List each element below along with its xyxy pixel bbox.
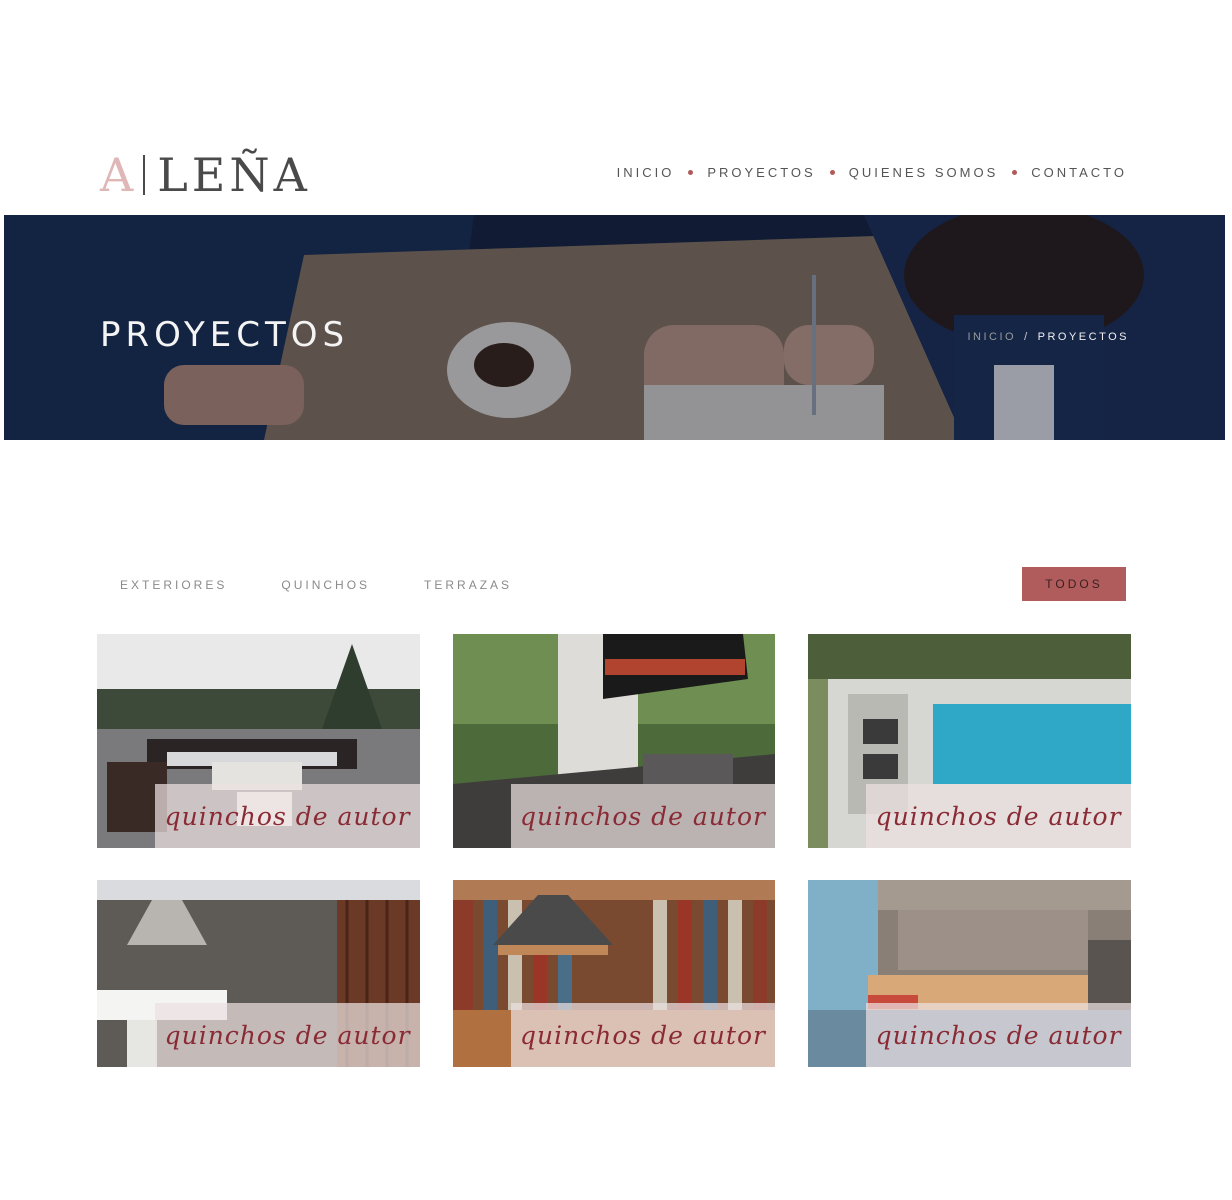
breadcrumb: INICIO / PROYECTOS <box>967 331 1129 343</box>
project-label: quinchos de autor <box>866 784 1131 848</box>
hero-banner: PROYECTOS INICIO / PROYECTOS <box>4 215 1225 440</box>
project-card[interactable]: quinchos de autor <box>97 880 420 1067</box>
breadcrumb-home[interactable]: INICIO <box>967 331 1016 343</box>
page-title: PROYECTOS <box>100 315 350 355</box>
nav-separator-dot <box>688 170 694 175</box>
breadcrumb-separator: / <box>1024 331 1030 343</box>
project-card[interactable]: quinchos de autor <box>453 634 775 848</box>
nav-item-quienes-somos[interactable]: QUIENES SOMOS <box>849 165 999 180</box>
project-card[interactable]: quinchos de autor <box>808 634 1131 848</box>
main-nav: INICIO PROYECTOS QUIENES SOMOS CONTACTO <box>617 165 1127 180</box>
project-card[interactable]: quinchos de autor <box>97 634 420 848</box>
filter-terrazas[interactable]: TERRAZAS <box>424 578 512 592</box>
filter-todos-button[interactable]: TODOS <box>1022 567 1126 601</box>
logo-divider <box>143 155 146 195</box>
logo-word: LEÑA <box>157 148 311 202</box>
project-filters: EXTERIORES QUINCHOS TERRAZAS <box>120 578 512 592</box>
brand-logo[interactable]: A LEÑA <box>100 148 311 202</box>
nav-separator-dot <box>1012 170 1018 175</box>
logo-letter-a: A <box>100 148 138 202</box>
project-card[interactable]: quinchos de autor <box>808 880 1131 1067</box>
project-label: quinchos de autor <box>155 1003 420 1067</box>
project-label: quinchos de autor <box>155 784 420 848</box>
project-label: quinchos de autor <box>510 1003 775 1067</box>
nav-item-proyectos[interactable]: PROYECTOS <box>707 165 815 180</box>
nav-item-inicio[interactable]: INICIO <box>617 165 675 180</box>
project-label: quinchos de autor <box>510 784 775 848</box>
breadcrumb-current: PROYECTOS <box>1037 331 1129 343</box>
project-label: quinchos de autor <box>866 1003 1131 1067</box>
nav-separator-dot <box>829 170 835 175</box>
filter-quinchos[interactable]: QUINCHOS <box>281 578 370 592</box>
filter-exteriores[interactable]: EXTERIORES <box>120 578 227 592</box>
project-card[interactable]: quinchos de autor <box>453 880 775 1067</box>
nav-item-contacto[interactable]: CONTACTO <box>1031 165 1127 180</box>
